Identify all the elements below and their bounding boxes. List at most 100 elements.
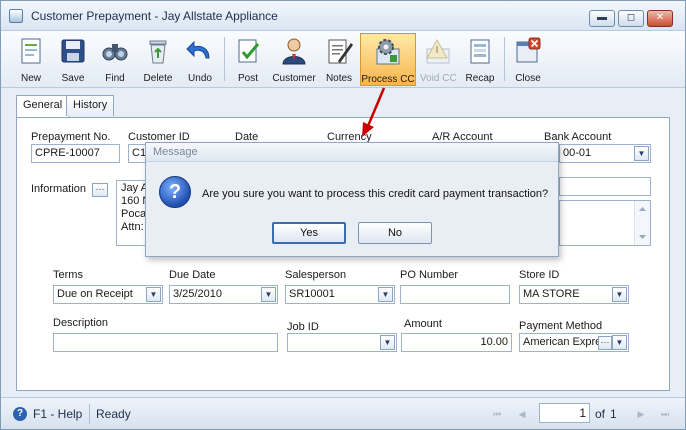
status-text: Ready xyxy=(96,407,131,421)
help-icon[interactable]: ? xyxy=(13,407,27,421)
job-id-dropdown[interactable]: ▼ xyxy=(380,335,395,350)
new-document-icon xyxy=(21,38,41,64)
bank-account-dropdown[interactable]: ▼ xyxy=(634,146,649,161)
payment-method-dropdown[interactable]: ▼ xyxy=(612,335,627,350)
delete-label: Delete xyxy=(143,73,173,84)
amount-field[interactable]: 10.00 xyxy=(401,333,512,352)
salesperson-dropdown[interactable]: ▼ xyxy=(378,287,393,302)
confirm-dialog: Message ? Are you sure you want to proce… xyxy=(145,142,559,257)
payment-method-lookup-button[interactable]: ··· xyxy=(598,336,612,350)
recap-report-icon xyxy=(470,39,490,64)
delete-button[interactable]: Delete xyxy=(139,33,177,86)
close-window-icon xyxy=(516,37,541,63)
due-date-dropdown[interactable]: ▼ xyxy=(261,287,276,302)
title-bar: Customer Prepayment - Jay Allstate Appli… xyxy=(1,1,685,31)
process-gear-icon xyxy=(376,39,400,65)
void-cc-button[interactable]: Void CC xyxy=(420,33,457,86)
post-document-icon xyxy=(238,39,260,63)
amount-label: Amount xyxy=(404,318,442,330)
notes-pen-icon xyxy=(328,39,353,64)
salesperson-field[interactable]: SR10001 ▼ xyxy=(285,285,395,304)
post-button[interactable]: Post xyxy=(230,33,266,86)
app-icon xyxy=(9,9,23,23)
information-button[interactable]: ··· xyxy=(92,183,108,197)
dialog-message: Are you sure you want to process this cr… xyxy=(202,188,549,200)
page-number-input[interactable]: 1 xyxy=(539,403,590,423)
due-date-label: Due Date xyxy=(169,269,216,281)
job-id-field[interactable]: ▼ xyxy=(287,333,397,352)
information-extra-field[interactable] xyxy=(559,177,651,196)
toolbar-separator xyxy=(224,37,225,81)
bank-account-value: 00-01 xyxy=(563,147,592,159)
prepayment-no-label: Prepayment No. xyxy=(31,131,111,143)
salesperson-label: Salesperson xyxy=(285,269,347,281)
first-page-button[interactable]: ⏮ xyxy=(489,406,505,422)
bank-account-field[interactable]: 00-01 ▼ xyxy=(559,144,651,163)
recycle-bin-icon xyxy=(149,40,167,64)
question-icon: ? xyxy=(159,176,191,208)
total-pages: 1 xyxy=(610,407,617,421)
due-date-value: 3/25/2010 xyxy=(173,288,222,300)
information-label: Information xyxy=(31,183,87,195)
dialog-title: Message xyxy=(153,146,198,158)
store-id-dropdown[interactable]: ▼ xyxy=(612,287,627,302)
toolbar: New Save Find Delete Undo Post Customer … xyxy=(1,31,685,88)
void-warning-icon xyxy=(426,38,450,64)
po-number-label: PO Number xyxy=(400,269,459,281)
description-label: Description xyxy=(53,317,109,329)
last-page-button[interactable]: ⏭ xyxy=(657,406,673,422)
window-title: Customer Prepayment - Jay Allstate Appli… xyxy=(31,9,278,23)
new-label: New xyxy=(20,73,41,84)
recap-button[interactable]: Recap xyxy=(462,33,498,86)
terms-dropdown[interactable]: ▼ xyxy=(146,287,161,302)
new-button[interactable]: New xyxy=(13,33,49,86)
payment-method-field[interactable]: American Expre ··· ▼ xyxy=(519,333,629,352)
tab-general[interactable]: General xyxy=(16,95,70,118)
terms-label: Terms xyxy=(53,269,83,281)
information-extra-area[interactable] xyxy=(559,200,651,246)
tab-history[interactable]: History xyxy=(66,95,115,116)
customer-button[interactable]: Customer xyxy=(271,33,317,86)
find-button[interactable]: Find xyxy=(97,33,133,86)
po-number-field[interactable] xyxy=(400,285,510,304)
process-cc-button[interactable]: Process CC xyxy=(360,33,416,86)
help-text[interactable]: F1 - Help xyxy=(33,407,82,421)
status-bar: ? F1 - Help Ready ⏮ ◀ 1 of 1 ▶ ⏭ xyxy=(1,397,685,429)
no-button[interactable]: No xyxy=(358,222,432,244)
minimize-button[interactable]: ▬ xyxy=(589,10,615,27)
undo-label: Undo xyxy=(188,73,212,84)
close-label: Close xyxy=(515,73,541,84)
binoculars-icon xyxy=(102,44,128,61)
recap-label: Recap xyxy=(465,73,495,84)
yes-button[interactable]: Yes xyxy=(272,222,346,244)
floppy-disk-icon xyxy=(61,39,85,63)
salesperson-value: SR10001 xyxy=(289,288,335,300)
information-scrollbar[interactable] xyxy=(634,201,650,245)
prepayment-no-field[interactable]: CPRE-10007 xyxy=(31,144,120,163)
store-id-field[interactable]: MA STORE ▼ xyxy=(519,285,629,304)
maximize-button[interactable]: ◻ xyxy=(618,10,644,27)
close-button[interactable]: Close xyxy=(510,33,546,86)
job-id-label: Job ID xyxy=(287,321,319,333)
customer-label: Customer xyxy=(272,73,316,84)
notes-button[interactable]: Notes xyxy=(322,33,356,86)
undo-arrow-icon xyxy=(186,40,210,59)
status-separator xyxy=(89,404,90,424)
post-label: Post xyxy=(237,73,258,84)
previous-page-button[interactable]: ◀ xyxy=(514,406,530,422)
undo-button[interactable]: Undo xyxy=(182,33,218,86)
page-of-label: of xyxy=(595,407,606,421)
process-cc-label: Process CC xyxy=(361,74,415,85)
description-field[interactable] xyxy=(53,333,278,352)
scroll-arrows-icon xyxy=(639,207,646,239)
close-window-button[interactable]: ✕ xyxy=(647,10,673,27)
payment-method-label: Payment Method xyxy=(519,320,603,332)
terms-field[interactable]: Due on Receipt ▼ xyxy=(53,285,163,304)
customer-person-icon xyxy=(282,38,306,65)
store-id-label: Store ID xyxy=(519,269,560,281)
save-button[interactable]: Save xyxy=(55,33,91,86)
due-date-field[interactable]: 3/25/2010 ▼ xyxy=(169,285,278,304)
next-page-button[interactable]: ▶ xyxy=(633,406,649,422)
payment-method-value: American Expre xyxy=(523,336,602,348)
dialog-title-bar: Message xyxy=(146,143,558,162)
